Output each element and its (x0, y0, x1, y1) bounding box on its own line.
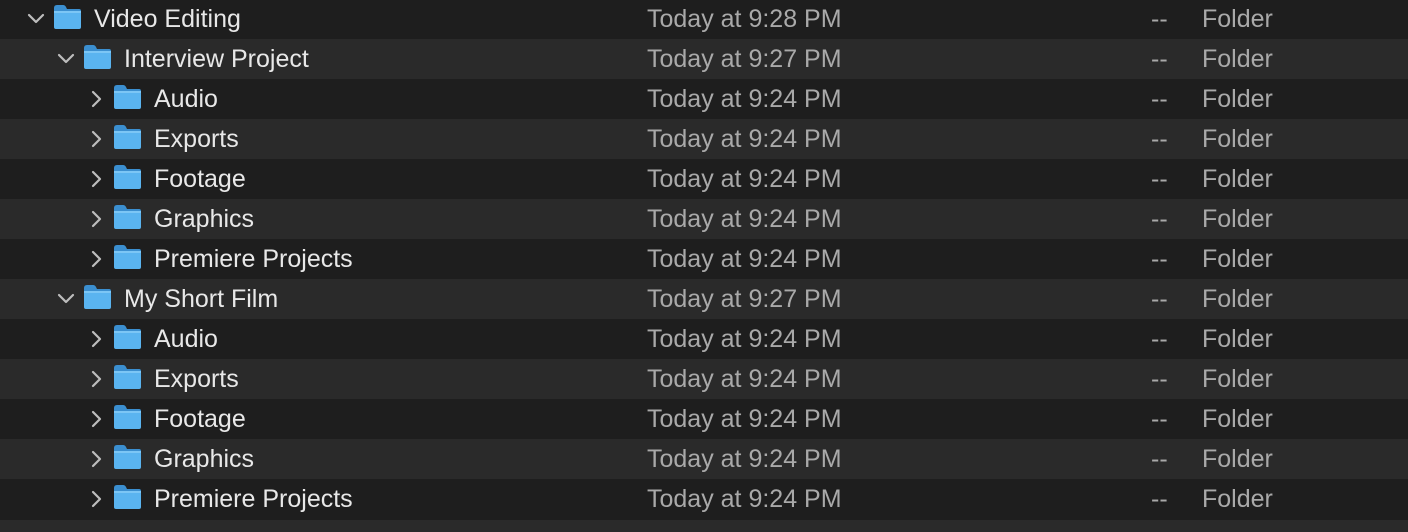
item-size: -- (1151, 205, 1168, 233)
item-date-modified: Today at 9:24 PM (647, 205, 842, 233)
folder-icon (112, 403, 143, 431)
chevron-right-icon[interactable] (84, 407, 108, 431)
folder-icon (82, 43, 113, 71)
folder-icon (52, 3, 83, 31)
item-date-modified: Today at 9:27 PM (647, 45, 842, 73)
chevron-right-icon[interactable] (84, 447, 108, 471)
item-size: -- (1151, 365, 1168, 393)
list-row[interactable]: Exports Today at 9:24 PM -- Folder (0, 359, 1408, 399)
list-row[interactable]: Exports Today at 9:24 PM -- Folder (0, 119, 1408, 159)
item-date-modified: Today at 9:27 PM (647, 285, 842, 313)
list-row[interactable]: Premiere Projects Today at 9:24 PM -- Folde… (0, 239, 1408, 279)
item-date-modified: Today at 9:24 PM (647, 165, 842, 193)
item-size: -- (1151, 325, 1168, 353)
folder-icon (112, 323, 143, 351)
list-row[interactable]: Audio Today at 9:24 PM -- Folder (0, 79, 1408, 119)
item-name: Footage (154, 165, 246, 193)
item-size: -- (1151, 85, 1168, 113)
list-row[interactable]: Footage Today at 9:24 PM -- Folder (0, 399, 1408, 439)
item-date-modified: Today at 9:24 PM (647, 325, 842, 353)
item-kind: Folder (1202, 85, 1273, 113)
chevron-down-icon[interactable] (24, 7, 48, 31)
item-size: -- (1151, 165, 1168, 193)
item-date-modified: Today at 9:24 PM (647, 85, 842, 113)
item-kind: Folder (1202, 125, 1273, 153)
chevron-right-icon[interactable] (84, 327, 108, 351)
item-kind: Folder (1202, 485, 1273, 513)
list-row[interactable]: Video Editing Today at 9:28 PM -- Folder (0, 0, 1408, 39)
chevron-right-icon[interactable] (84, 487, 108, 511)
item-name: Audio (154, 325, 218, 353)
list-row[interactable]: Premiere Projects Today at 9:24 PM -- Folde… (0, 479, 1408, 519)
folder-icon (112, 363, 143, 391)
item-date-modified: Today at 9:24 PM (647, 485, 842, 513)
chevron-right-icon[interactable] (84, 167, 108, 191)
chevron-down-icon[interactable] (54, 287, 78, 311)
item-size: -- (1151, 485, 1168, 513)
item-kind: Folder (1202, 205, 1273, 233)
item-size: -- (1151, 5, 1168, 33)
item-kind: Folder (1202, 165, 1273, 193)
folder-icon (112, 163, 143, 191)
item-date-modified: Today at 9:24 PM (647, 365, 842, 393)
item-date-modified: Today at 9:24 PM (647, 445, 842, 473)
item-kind: Folder (1202, 45, 1273, 73)
item-date-modified: Today at 9:28 PM (647, 5, 842, 33)
item-size: -- (1151, 285, 1168, 313)
item-kind: Folder (1202, 325, 1273, 353)
finder-list-view: Video Editing Today at 9:28 PM -- Folder Int… (0, 0, 1408, 532)
item-name: Footage (154, 405, 246, 433)
folder-icon (112, 483, 143, 511)
list-row[interactable]: My Short Film Today at 9:27 PM -- Folder (0, 279, 1408, 319)
item-name: Premiere Projects (154, 245, 353, 273)
folder-icon (82, 283, 113, 311)
item-size: -- (1151, 45, 1168, 73)
list-bottom-strip (0, 520, 1408, 532)
item-kind: Folder (1202, 445, 1273, 473)
item-name: My Short Film (124, 285, 279, 313)
item-size: -- (1151, 125, 1168, 153)
folder-icon (112, 243, 143, 271)
item-size: -- (1151, 405, 1168, 433)
item-name: Exports (154, 125, 239, 153)
item-name: Graphics (154, 445, 255, 473)
item-size: -- (1151, 445, 1168, 473)
folder-icon (112, 203, 143, 231)
item-name: Premiere Projects (154, 485, 353, 513)
chevron-down-icon[interactable] (54, 47, 78, 71)
list-row[interactable]: Graphics Today at 9:24 PM -- Folder (0, 199, 1408, 239)
chevron-right-icon[interactable] (84, 127, 108, 151)
item-date-modified: Today at 9:24 PM (647, 245, 842, 273)
item-name: Audio (154, 85, 218, 113)
chevron-right-icon[interactable] (84, 207, 108, 231)
item-kind: Folder (1202, 5, 1273, 33)
item-date-modified: Today at 9:24 PM (647, 405, 842, 433)
item-name: Exports (154, 365, 239, 393)
list-row[interactable]: Interview Project Today at 9:27 PM -- Folde… (0, 39, 1408, 79)
item-kind: Folder (1202, 405, 1273, 433)
list-row[interactable]: Footage Today at 9:24 PM -- Folder (0, 159, 1408, 199)
item-kind: Folder (1202, 245, 1273, 273)
folder-icon (112, 123, 143, 151)
item-kind: Folder (1202, 365, 1273, 393)
folder-icon (112, 83, 143, 111)
item-name: Graphics (154, 205, 255, 233)
chevron-right-icon[interactable] (84, 247, 108, 271)
item-size: -- (1151, 245, 1168, 273)
item-name: Interview Project (124, 45, 309, 73)
folder-icon (112, 443, 143, 471)
chevron-right-icon[interactable] (84, 87, 108, 111)
chevron-right-icon[interactable] (84, 367, 108, 391)
item-date-modified: Today at 9:24 PM (647, 125, 842, 153)
item-kind: Folder (1202, 285, 1273, 313)
list-row[interactable]: Audio Today at 9:24 PM -- Folder (0, 319, 1408, 359)
item-name: Video Editing (94, 5, 241, 33)
list-row[interactable]: Graphics Today at 9:24 PM -- Folder (0, 439, 1408, 479)
